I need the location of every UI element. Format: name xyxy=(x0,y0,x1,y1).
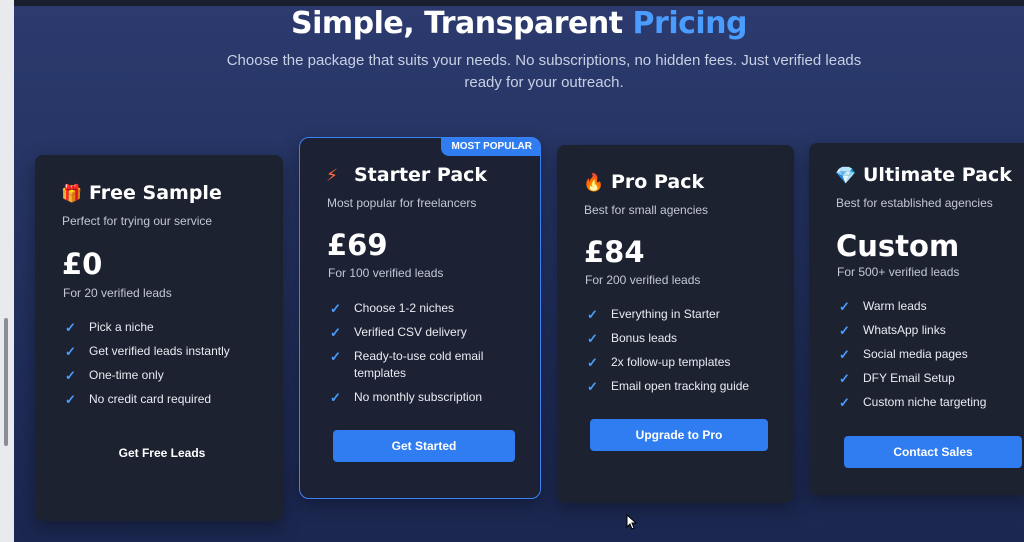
check-icon: ✓ xyxy=(839,299,850,314)
get-started-button[interactable]: Get Started xyxy=(333,430,515,462)
contact-sales-button[interactable]: Contact Sales xyxy=(844,436,1022,468)
feature-item: ✓ Social media pages xyxy=(839,347,968,362)
plan-description: Best for small agencies xyxy=(584,203,709,217)
page-subtitle: Choose the package that suits your needs… xyxy=(226,52,862,91)
plan-name: Ultimate Pack xyxy=(863,164,1012,186)
check-icon: ✓ xyxy=(65,368,76,383)
plan-lead-count: For 100 verified leads xyxy=(328,266,444,280)
feature-item: ✓ One-time only xyxy=(65,368,164,383)
feature-item: ✓ No credit card required xyxy=(65,392,212,407)
title-accent: Pricing xyxy=(632,6,748,41)
feature-list: ✓ Pick a niche ✓ Get verified leads instan… xyxy=(65,319,265,415)
check-icon: ✓ xyxy=(839,323,850,338)
title-main: Simple, Transparent xyxy=(291,6,623,41)
plan-card-free-sample: 🎁 Free Sample Perfect for trying our serv… xyxy=(35,155,283,521)
pricing-section: Simple, Transparent Pricing Choose the p… xyxy=(14,0,1024,542)
feature-item: ✓ Get verified leads instantly xyxy=(65,344,230,359)
check-icon: ✓ xyxy=(330,349,341,364)
feature-list: ✓ Warm leads ✓ WhatsApp links ✓ Social medi… xyxy=(839,298,1019,418)
feature-list: ✓ Choose 1-2 niches ✓ Verified CSV deliver… xyxy=(330,300,520,413)
plan-title: 🎁 Free Sample xyxy=(61,182,222,204)
feature-list: ✓ Everything in Starter ✓ Bonus leads ✓ 2x … xyxy=(587,306,777,402)
feature-item: ✓ Warm leads xyxy=(839,299,927,314)
check-icon: ✓ xyxy=(839,371,850,386)
plan-price: £0 xyxy=(62,247,103,281)
check-icon: ✓ xyxy=(587,379,598,394)
plan-card-starter-pack: MOST POPULAR ⚡ Starter Pack Most popular … xyxy=(299,137,541,499)
check-icon: ✓ xyxy=(65,344,76,359)
feature-item: ✓ Everything in Starter xyxy=(587,307,720,322)
check-icon: ✓ xyxy=(587,307,598,322)
plan-lead-count: For 200 verified leads xyxy=(585,273,701,287)
plan-description: Perfect for trying our service xyxy=(62,214,213,228)
feature-item: ✓ Custom niche targeting xyxy=(839,395,987,410)
plan-card-pro-pack: 🔥 Pro Pack Best for small agencies £84 Fo… xyxy=(557,145,794,503)
plan-description: Most popular for freelancers xyxy=(327,196,477,210)
fire-icon: 🔥 xyxy=(583,173,605,193)
lightning-icon: ⚡ xyxy=(326,166,338,186)
plan-name: Pro Pack xyxy=(611,171,705,193)
check-icon: ✓ xyxy=(839,347,850,362)
gift-icon: 🎁 xyxy=(61,184,83,204)
feature-item: ✓ Choose 1-2 niches xyxy=(330,301,455,316)
plan-title: 🔥 Pro Pack xyxy=(583,171,704,193)
feature-item: ✓ Bonus leads xyxy=(587,331,678,346)
plan-title: 💎 Ultimate Pack xyxy=(835,164,1012,186)
feature-item: ✓ Email open tracking guide xyxy=(587,379,750,394)
feature-item: ✓ 2x follow-up templates xyxy=(587,355,731,370)
most-popular-badge: MOST POPULAR xyxy=(441,138,540,156)
plan-lead-count: For 20 verified leads xyxy=(63,286,172,300)
check-icon: ✓ xyxy=(330,325,341,340)
diamond-icon: 💎 xyxy=(835,166,857,186)
plan-price: £84 xyxy=(584,235,645,269)
feature-item: ✓ Verified CSV delivery xyxy=(330,325,467,340)
feature-item: ✓ No monthly subscription xyxy=(330,390,483,405)
plan-name: Free Sample xyxy=(89,182,222,204)
check-icon: ✓ xyxy=(330,390,341,405)
plan-name: Starter Pack xyxy=(354,164,488,186)
check-icon: ✓ xyxy=(330,301,341,316)
check-icon: ✓ xyxy=(65,392,76,407)
check-icon: ✓ xyxy=(65,320,76,335)
plan-price: £69 xyxy=(327,228,388,262)
plan-title: ⚡ Starter Pack xyxy=(326,164,487,186)
feature-item: ✓ Pick a niche xyxy=(65,320,154,335)
plan-card-ultimate-pack: 💎 Ultimate Pack Best for established agen… xyxy=(809,143,1024,495)
feature-item: ✓ DFY Email Setup xyxy=(839,371,955,386)
check-icon: ✓ xyxy=(587,355,598,370)
mouse-cursor-icon xyxy=(626,514,638,530)
plan-lead-count: For 500+ verified leads xyxy=(837,265,960,279)
upgrade-to-pro-button[interactable]: Upgrade to Pro xyxy=(590,419,768,451)
feature-item: ✓ Ready-to-use cold email templates xyxy=(330,349,484,380)
page-scrollbar[interactable] xyxy=(4,318,8,446)
feature-item: ✓ WhatsApp links xyxy=(839,323,946,338)
get-free-leads-button[interactable]: Get Free Leads xyxy=(67,437,257,469)
check-icon: ✓ xyxy=(587,331,598,346)
plan-price: Custom xyxy=(836,229,960,263)
page-title: Simple, Transparent Pricing xyxy=(14,6,1024,41)
plan-description: Best for established agencies xyxy=(836,196,993,210)
check-icon: ✓ xyxy=(839,395,850,410)
